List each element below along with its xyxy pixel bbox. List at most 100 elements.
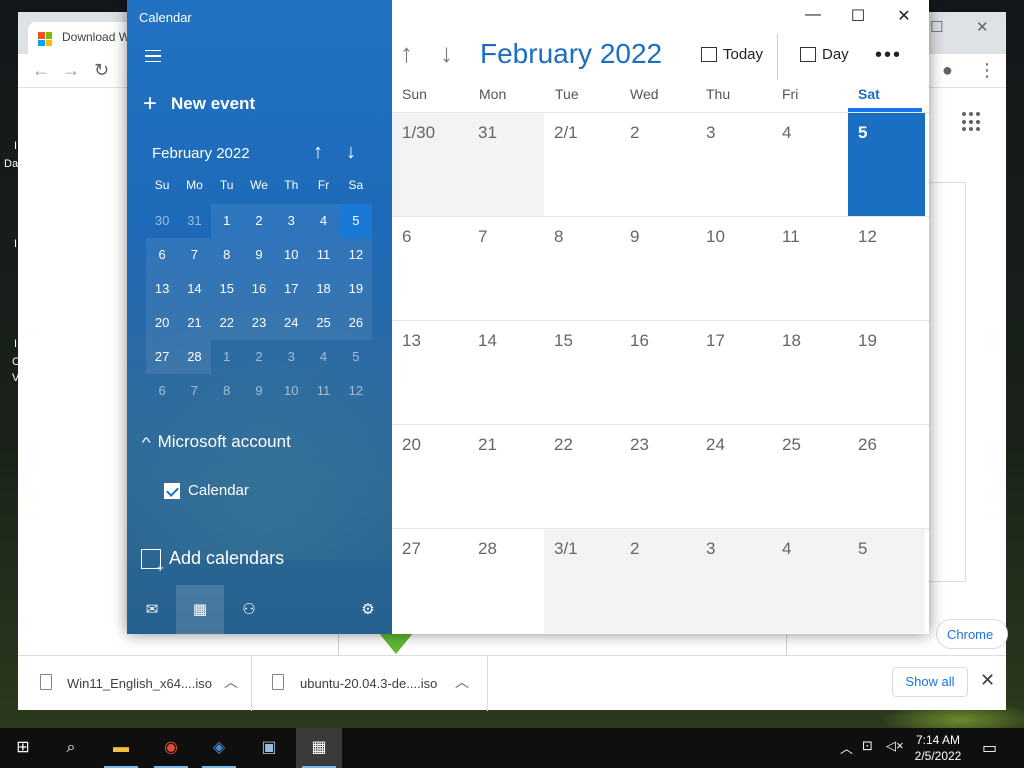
desktop-icon-label[interactable]: I: [14, 140, 17, 152]
day-cell[interactable]: 3/1: [544, 529, 620, 633]
mini-day[interactable]: 31: [178, 204, 210, 238]
mini-day[interactable]: 17: [275, 272, 308, 306]
day-cell[interactable]: 16: [620, 321, 696, 425]
microsoft-account-toggle[interactable]: ^ Microsoft account: [142, 432, 291, 452]
mini-day[interactable]: 23: [242, 306, 276, 340]
mini-day[interactable]: 11: [307, 374, 339, 408]
mini-day[interactable]: 22: [210, 306, 243, 340]
file-explorer-icon[interactable]: ▬: [98, 728, 144, 768]
network-icon[interactable]: ⊡: [862, 738, 873, 754]
mini-day[interactable]: 13: [146, 272, 179, 306]
day-cell[interactable]: 4: [772, 529, 848, 633]
settings-gear-icon[interactable]: ⚙: [349, 585, 387, 634]
mini-day[interactable]: 7: [178, 374, 210, 408]
minimize-icon[interactable]: —: [793, 6, 833, 28]
virtualbox-icon[interactable]: ◈: [196, 728, 242, 768]
calendar-checkbox[interactable]: [164, 482, 180, 499]
mini-day[interactable]: 15: [210, 272, 243, 306]
mail-icon[interactable]: ✉: [133, 585, 171, 634]
day-cell[interactable]: 7: [468, 217, 544, 321]
mini-day-today[interactable]: 5: [339, 204, 372, 238]
close-icon[interactable]: ✕: [884, 6, 924, 28]
next-month-icon[interactable]: ↓: [440, 38, 453, 69]
mini-day[interactable]: 2: [243, 340, 275, 374]
download-item[interactable]: Win11_English_x64....iso ︿: [18, 656, 252, 711]
day-cell[interactable]: 2/1: [544, 113, 620, 217]
mini-day[interactable]: 16: [242, 272, 276, 306]
mini-day[interactable]: 2: [242, 204, 276, 238]
mini-day[interactable]: 3: [275, 340, 307, 374]
mini-day[interactable]: 30: [146, 204, 178, 238]
reload-icon[interactable]: ↻: [94, 60, 109, 81]
day-cell[interactable]: 14: [468, 321, 544, 425]
mini-day[interactable]: 9: [243, 374, 275, 408]
day-cell[interactable]: 11: [772, 217, 848, 321]
mini-day[interactable]: 18: [307, 272, 340, 306]
mini-day[interactable]: 12: [339, 238, 372, 272]
mini-day[interactable]: 6: [146, 374, 178, 408]
day-cell[interactable]: 24: [696, 425, 772, 529]
calendar-checkbox-row[interactable]: Calendar: [164, 482, 249, 499]
day-cell[interactable]: 21: [468, 425, 544, 529]
day-cell[interactable]: 20: [392, 425, 468, 529]
mini-day[interactable]: 9: [242, 238, 276, 272]
mini-day[interactable]: 21: [178, 306, 211, 340]
chrome-icon[interactable]: ◉: [148, 728, 194, 768]
mini-day[interactable]: 12: [340, 374, 372, 408]
day-cell[interactable]: 31: [468, 113, 544, 217]
desktop-icon-label[interactable]: Da: [4, 158, 18, 170]
new-event-button[interactable]: + New event: [143, 92, 255, 116]
mini-day[interactable]: 25: [307, 306, 340, 340]
month-title[interactable]: February 2022: [480, 38, 662, 70]
mini-day[interactable]: 28: [178, 340, 211, 374]
people-icon[interactable]: ⚇: [227, 585, 271, 634]
apps-grid-icon[interactable]: [962, 112, 982, 132]
day-cell[interactable]: 9: [620, 217, 696, 321]
chrome-close-icon[interactable]: ✕: [976, 18, 989, 36]
day-cell[interactable]: 22: [544, 425, 620, 529]
maximize-icon[interactable]: ☐: [838, 6, 878, 28]
view-switcher-button[interactable]: Day: [800, 46, 849, 63]
day-cell[interactable]: 8: [544, 217, 620, 321]
chrome-menu-icon[interactable]: ⋮: [978, 60, 996, 81]
previous-month-icon[interactable]: ↑: [400, 38, 413, 69]
day-cell[interactable]: 13: [392, 321, 468, 425]
mini-day[interactable]: 11: [307, 238, 340, 272]
mini-day[interactable]: 3: [275, 204, 308, 238]
day-cell[interactable]: 5: [848, 529, 925, 633]
tray-chevron-up-icon[interactable]: ︿: [840, 738, 853, 757]
clock[interactable]: 7:14 AM 2/5/2022: [910, 732, 966, 764]
mini-day[interactable]: 6: [146, 238, 179, 272]
mini-day[interactable]: 10: [275, 374, 307, 408]
day-cell[interactable]: 28: [468, 529, 544, 633]
chrome-maximize-icon[interactable]: ☐: [930, 18, 943, 36]
day-cell[interactable]: 10: [696, 217, 772, 321]
day-cell[interactable]: 18: [772, 321, 848, 425]
show-all-button[interactable]: Show all: [892, 667, 968, 697]
day-cell[interactable]: 12: [848, 217, 925, 321]
mini-day[interactable]: 8: [211, 374, 243, 408]
mini-calendar-title[interactable]: February 2022: [152, 145, 250, 162]
profile-icon[interactable]: ●: [942, 60, 953, 81]
hamburger-menu-icon[interactable]: [145, 50, 161, 62]
day-cell[interactable]: 23: [620, 425, 696, 529]
mini-day[interactable]: 1: [210, 204, 243, 238]
chrome-button[interactable]: Chrome: [936, 619, 1008, 649]
back-icon[interactable]: ←: [32, 60, 50, 81]
volume-muted-icon[interactable]: ◁×: [886, 738, 904, 754]
download-item[interactable]: ubuntu-20.04.3-de....iso ︿: [252, 656, 488, 711]
mini-day[interactable]: 1: [211, 340, 243, 374]
day-cell[interactable]: 15: [544, 321, 620, 425]
day-cell[interactable]: 26: [848, 425, 925, 529]
start-windows-icon[interactable]: ⊞: [0, 728, 46, 768]
mini-next-month-icon[interactable]: ↓: [346, 141, 356, 164]
app-icon[interactable]: ▣: [246, 728, 292, 768]
day-cell[interactable]: 27: [392, 529, 468, 633]
mini-day[interactable]: 20: [146, 306, 179, 340]
day-cell[interactable]: 6: [392, 217, 468, 321]
mini-day[interactable]: 4: [307, 204, 340, 238]
today-button[interactable]: Today: [701, 46, 763, 63]
day-cell[interactable]: 3: [696, 529, 772, 633]
mini-day[interactable]: 4: [307, 340, 339, 374]
mini-day[interactable]: 8: [210, 238, 243, 272]
